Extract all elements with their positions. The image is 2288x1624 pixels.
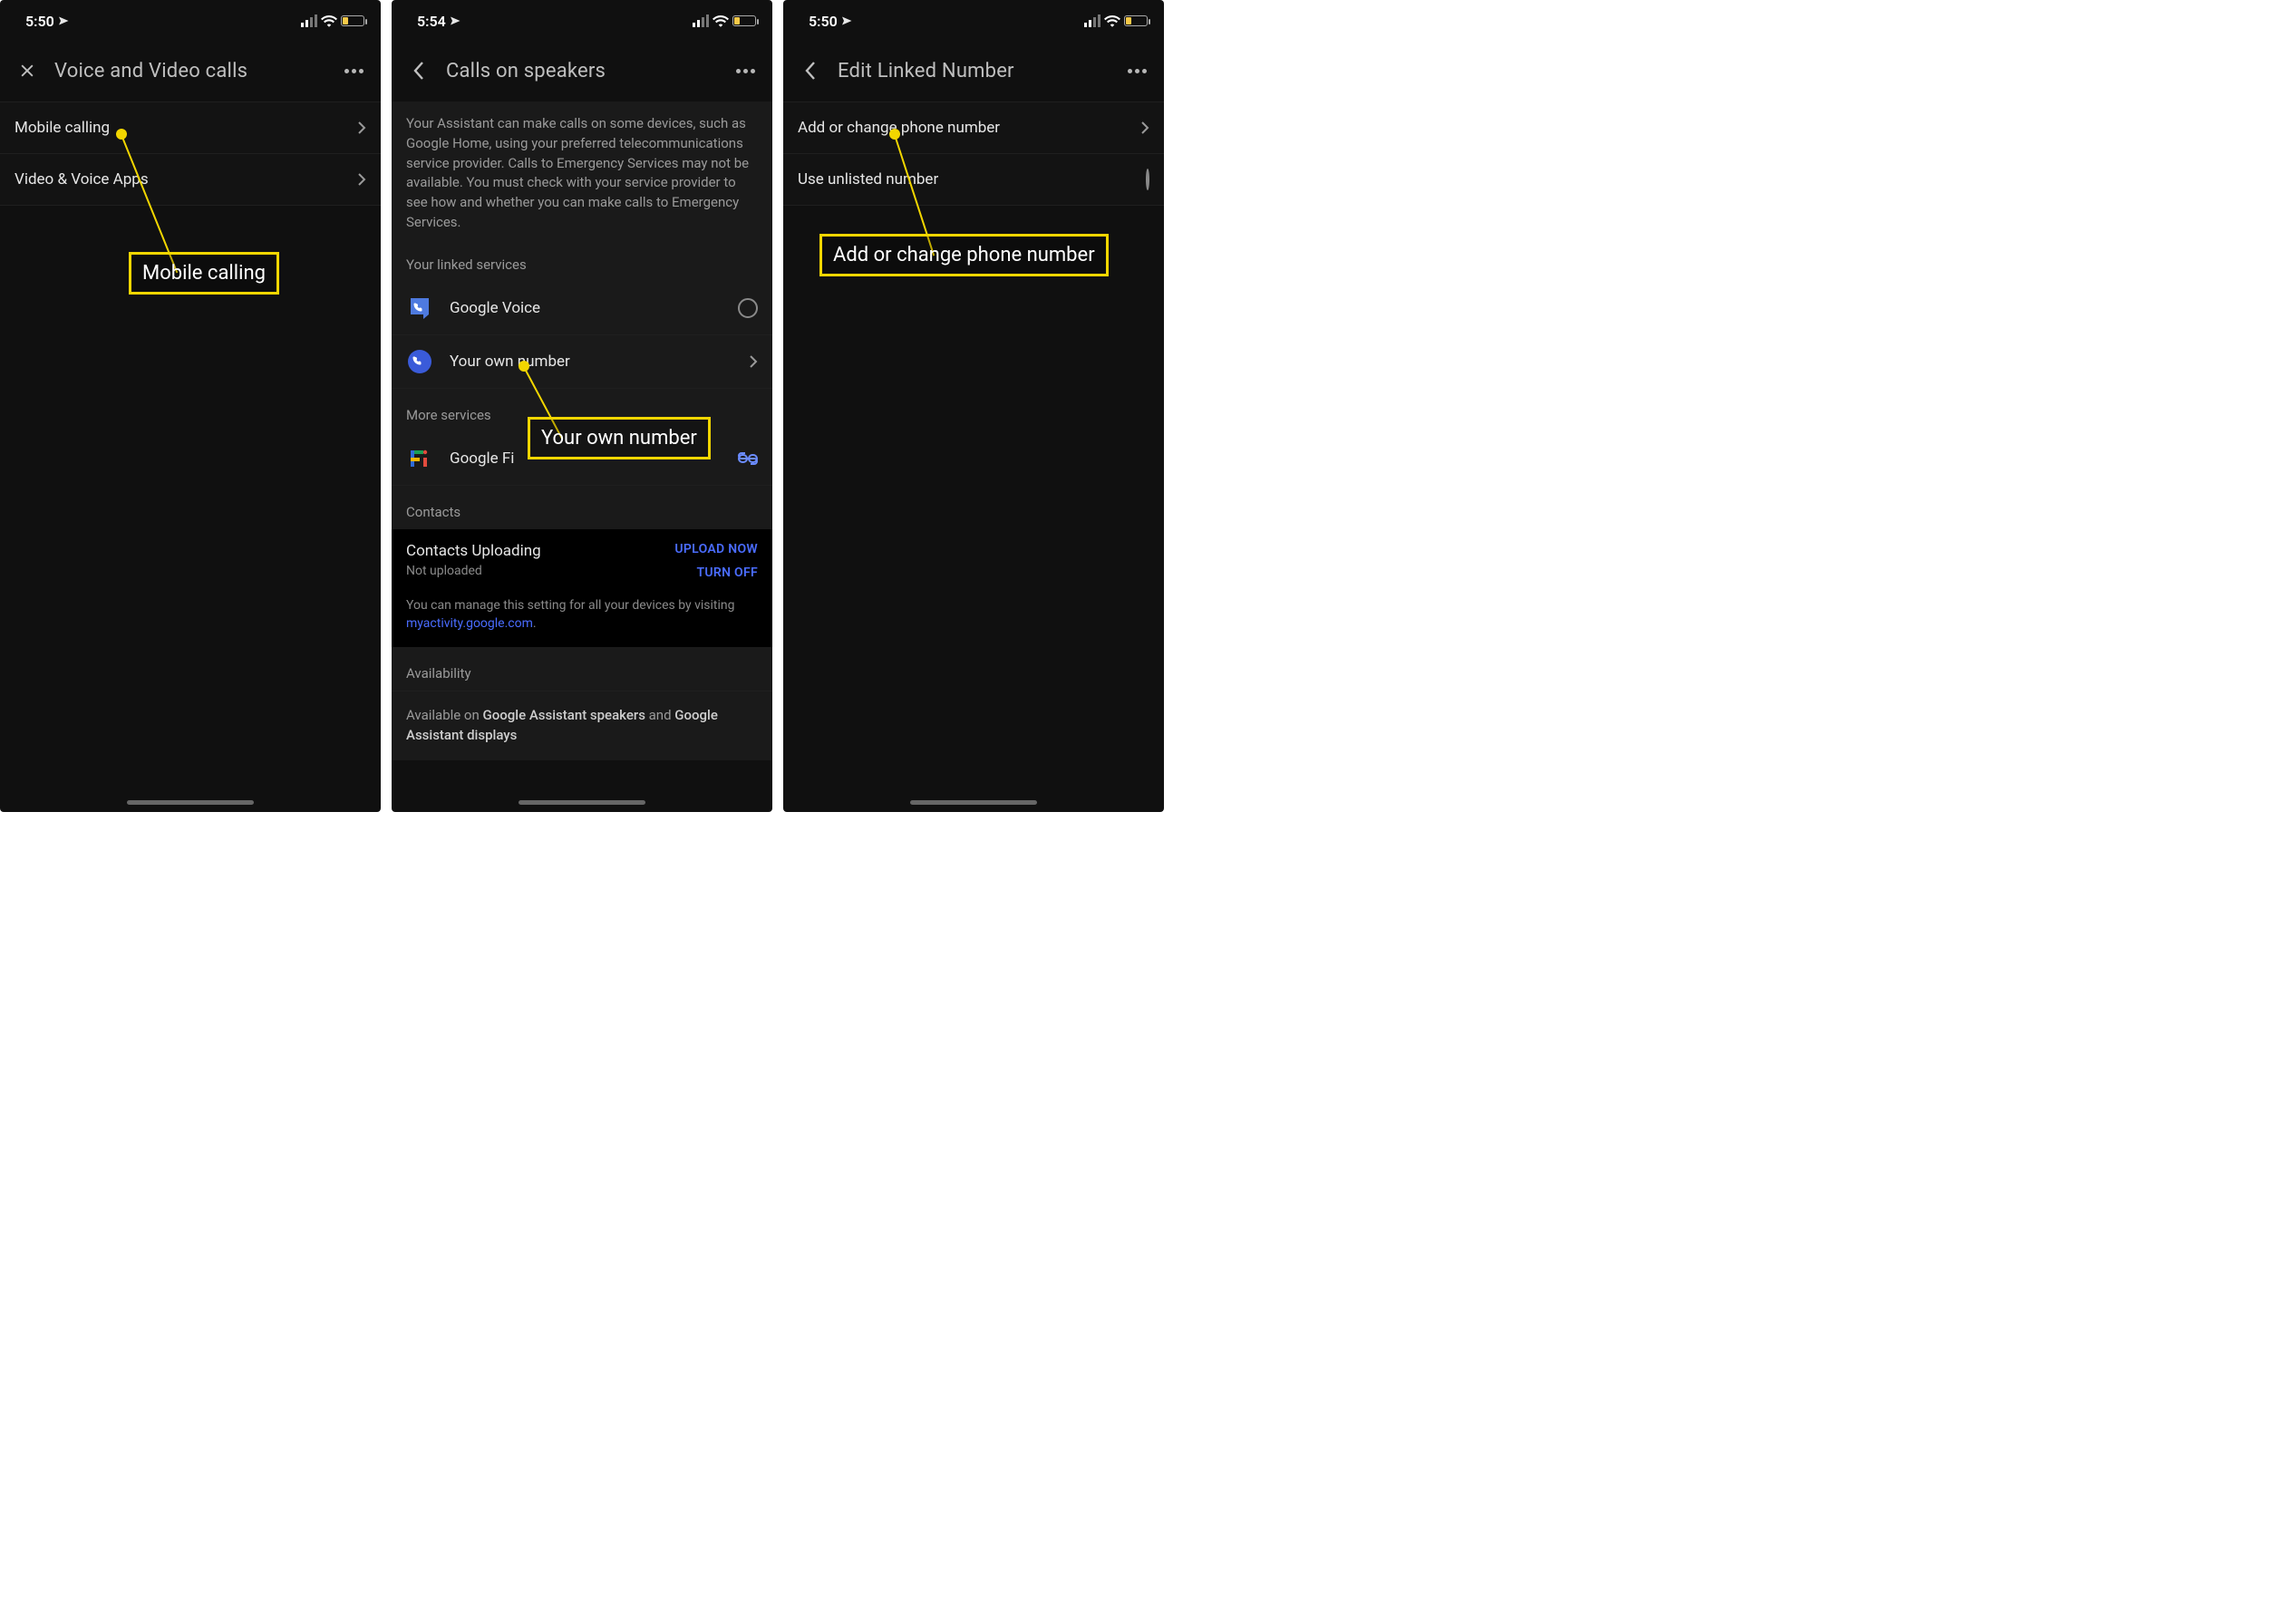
myactivity-link[interactable]: myactivity.google.com [406, 616, 533, 631]
app-header: Calls on speakers [392, 36, 772, 102]
row-label: Mobile calling [15, 119, 357, 137]
upload-now-button[interactable]: UPLOAD NOW [674, 542, 758, 556]
chevron-right-icon [357, 172, 366, 187]
intro-text: Your Assistant can make calls on some de… [392, 102, 772, 238]
row-label: Use unlisted number [798, 170, 1146, 188]
section-contacts: Contacts [392, 486, 772, 529]
status-bar: 5:54 [392, 0, 772, 36]
page-title: Edit Linked Number [838, 60, 1110, 82]
row-add-change-number[interactable]: Add or change phone number [783, 102, 1164, 154]
turn-off-button[interactable]: TURN OFF [674, 566, 758, 580]
more-icon [1128, 69, 1147, 73]
close-button[interactable] [13, 56, 42, 85]
row-video-voice-apps[interactable]: Video & Voice Apps [0, 154, 381, 206]
row-label: Video & Voice Apps [15, 170, 357, 188]
wifi-icon [321, 14, 337, 27]
annotation-dot [519, 361, 529, 372]
more-icon [344, 69, 364, 73]
service-own-number[interactable]: Your own number [392, 335, 772, 389]
home-indicator[interactable] [910, 800, 1037, 805]
location-icon [58, 15, 69, 26]
contacts-note: You can manage this setting for all your… [406, 596, 758, 633]
battery-icon [341, 15, 364, 26]
status-time: 5:54 [417, 13, 446, 30]
row-use-unlisted-number[interactable]: Use unlisted number [783, 154, 1164, 206]
row-label: Add or change phone number [798, 119, 1140, 137]
home-indicator[interactable] [519, 800, 645, 805]
more-button[interactable] [339, 56, 368, 85]
more-button[interactable] [1122, 56, 1151, 85]
status-time: 5:50 [809, 13, 838, 30]
chevron-right-icon [1140, 121, 1149, 135]
screen-calls-on-speakers: 5:54 Calls on speakers Your Assistant ca… [392, 0, 772, 812]
service-label: Your own number [450, 353, 732, 371]
phone-circle-icon [406, 348, 433, 375]
cell-signal-icon [301, 14, 317, 27]
status-bar: 5:50 [783, 0, 1164, 36]
more-button[interactable] [731, 56, 760, 85]
annotation-dot [889, 129, 900, 140]
radio-unselected-icon[interactable] [738, 298, 758, 318]
wifi-icon [1104, 14, 1120, 27]
section-availability: Availability [392, 647, 772, 691]
row-mobile-calling[interactable]: Mobile calling [0, 102, 381, 154]
screen-edit-linked-number: 5:50 Edit Linked Number Add or change ph… [783, 0, 1164, 812]
home-indicator[interactable] [127, 800, 254, 805]
location-icon [450, 15, 461, 26]
page-title: Voice and Video calls [54, 60, 326, 82]
location-icon [841, 15, 852, 26]
wifi-icon [713, 14, 729, 27]
status-bar: 5:50 [0, 0, 381, 36]
back-button[interactable] [404, 56, 433, 85]
battery-icon [732, 15, 756, 26]
service-google-voice[interactable]: Google Voice [392, 282, 772, 335]
availability-text: Available on Google Assistant speakers a… [392, 691, 772, 760]
chevron-right-icon [749, 354, 758, 369]
section-linked-services: Your linked services [392, 238, 772, 282]
google-voice-icon [406, 295, 433, 322]
radio-unselected-icon[interactable] [1146, 170, 1149, 188]
cell-signal-icon [1084, 14, 1100, 27]
annotation-add-change-number: Add or change phone number [819, 234, 1109, 276]
contacts-uploading-status: Not uploaded [406, 564, 674, 578]
google-fi-icon [406, 445, 433, 472]
battery-icon [1124, 15, 1148, 26]
contacts-uploading-title: Contacts Uploading [406, 542, 674, 560]
status-time: 5:50 [25, 13, 54, 30]
cell-signal-icon [693, 14, 709, 27]
more-icon [736, 69, 755, 73]
app-header: Voice and Video calls [0, 36, 381, 102]
back-button[interactable] [796, 56, 825, 85]
app-header: Edit Linked Number [783, 36, 1164, 102]
page-title: Calls on speakers [446, 60, 718, 82]
annotation-mobile-calling: Mobile calling [129, 252, 279, 295]
chevron-right-icon [357, 121, 366, 135]
service-label: Google Voice [450, 299, 722, 317]
annotation-your-own-number: Your own number [528, 417, 711, 459]
link-icon[interactable] [738, 452, 758, 465]
contacts-uploading-block: Contacts Uploading Not uploaded UPLOAD N… [392, 529, 772, 648]
screen-voice-video-calls: 5:50 Voice and Video calls Mobile callin… [0, 0, 381, 812]
annotation-dot [116, 129, 127, 140]
